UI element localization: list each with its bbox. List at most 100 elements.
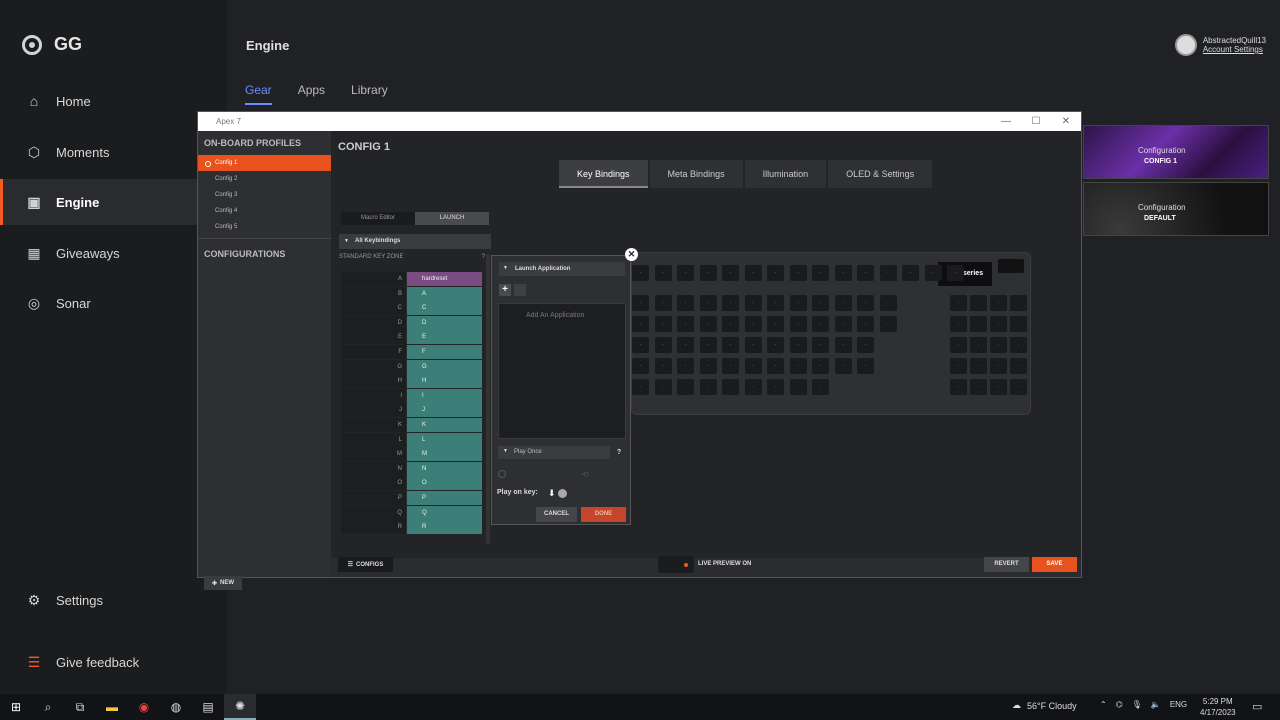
keyboard-key[interactable]: · (990, 316, 1007, 332)
key-binding[interactable]: P (406, 490, 482, 505)
help-icon[interactable]: ? (482, 254, 485, 260)
launch-toggle[interactable]: LAUNCH (415, 212, 489, 225)
profile-item[interactable]: Config 2 (198, 171, 331, 187)
keyboard-key[interactable]: · (990, 379, 1007, 395)
keyboard-key[interactable]: · (767, 358, 784, 374)
keyboard-key[interactable]: · (654, 295, 672, 311)
table-row[interactable]: II (341, 388, 483, 403)
play-mode-dropdown[interactable]: Play Once (498, 446, 610, 459)
keyboard-key[interactable]: · (834, 316, 852, 332)
keyboard-key[interactable]: · (857, 337, 874, 353)
key-binding[interactable]: R (406, 520, 482, 535)
table-row[interactable]: JJ (341, 403, 483, 418)
table-row[interactable]: NN (341, 461, 483, 476)
keyboard-key[interactable]: · (677, 316, 694, 332)
keyboard-key[interactable]: · (789, 379, 807, 395)
table-row[interactable]: OO (341, 476, 483, 491)
media-roller[interactable] (998, 259, 1024, 273)
steelseries-gg-icon[interactable]: ✺ (224, 694, 256, 720)
done-button[interactable]: DONE (581, 507, 626, 522)
key-toggle-icon[interactable] (557, 489, 567, 498)
key-binding[interactable]: M (406, 447, 482, 462)
keyboard-key[interactable]: · (812, 316, 829, 332)
language-indicator[interactable]: ENG (1170, 700, 1187, 709)
keyboard-key[interactable]: · (767, 265, 784, 281)
keyboard-key[interactable]: · (950, 379, 967, 395)
keyboard-key[interactable]: · (654, 337, 672, 353)
live-preview-toggle[interactable] (658, 556, 694, 573)
keyboard-key[interactable]: · (632, 358, 649, 374)
key-binding[interactable]: O (406, 476, 482, 491)
keyboard-key[interactable]: · (857, 358, 874, 374)
keyboard-key[interactable]: · (812, 265, 829, 281)
keyboard-key[interactable]: · (699, 265, 717, 281)
table-row[interactable]: KK (341, 417, 483, 432)
keyboard-key[interactable]: · (677, 379, 694, 395)
config-card-1[interactable]: Configuration CONFIG 1 (1083, 125, 1269, 179)
table-row[interactable]: LL (341, 432, 483, 447)
key-binding[interactable]: E (406, 330, 482, 345)
keyboard-key[interactable]: · (789, 265, 807, 281)
keyboard-key[interactable]: · (744, 379, 762, 395)
keyboard-key[interactable]: · (812, 337, 829, 353)
key-binding[interactable]: A (406, 286, 482, 301)
table-row[interactable]: DD (341, 315, 483, 330)
keyboard-key[interactable]: · (950, 295, 967, 311)
sidebar-item-feedback[interactable]: ☰ Give feedback (0, 639, 227, 685)
sidebar-item-engine[interactable]: ▣ Engine (0, 179, 227, 225)
table-row[interactable]: Ahardreset (341, 272, 483, 286)
search-icon[interactable]: ⌕ (32, 694, 64, 720)
keyboard-preview[interactable]: steelseries · · · · · · · · · · · · · · · · · · · · · · · · · · · ·… (631, 252, 1031, 415)
keyboard-key[interactable]: · (879, 265, 897, 281)
notification-icon[interactable]: ▭ (1252, 700, 1262, 713)
keyboard-key[interactable]: · (677, 337, 694, 353)
table-row[interactable]: RR (341, 520, 483, 535)
folder-button[interactable] (514, 284, 526, 296)
tab-illumination[interactable]: Illumination (744, 160, 827, 188)
microphone-icon[interactable]: 🎙 (1132, 700, 1142, 709)
keyboard-key[interactable]: · (632, 379, 649, 395)
keyboard-key[interactable]: · (699, 358, 717, 374)
tab-library[interactable]: Library (351, 83, 388, 105)
keyboard-key[interactable]: · (654, 265, 672, 281)
keyboard-key[interactable]: · (857, 295, 874, 311)
windows-start-icon[interactable]: ⊞ (0, 694, 32, 720)
add-application-button[interactable]: + (499, 284, 511, 296)
key-binding[interactable]: C (406, 301, 482, 316)
keyboard-key[interactable]: · (834, 337, 852, 353)
profile-item[interactable]: Config 4 (198, 203, 331, 219)
keyboard-key[interactable]: · (1010, 379, 1027, 395)
keyboard-key[interactable]: · (834, 265, 852, 281)
keyboard-key[interactable]: · (632, 265, 649, 281)
store-icon[interactable]: ▤ (192, 694, 224, 720)
keyboard-key[interactable]: · (812, 295, 829, 311)
clock[interactable]: 5:29 PM 4/17/2023 (1200, 696, 1236, 718)
keyboard-key[interactable]: · (812, 358, 829, 374)
close-popup-icon[interactable]: ✕ (625, 248, 638, 261)
key-binding[interactable]: G (406, 359, 482, 374)
table-row[interactable]: MM (341, 447, 483, 462)
table-row[interactable]: EE (341, 330, 483, 345)
keyboard-key[interactable]: · (879, 295, 897, 311)
table-row[interactable]: BA (341, 286, 483, 301)
keyboard-key[interactable]: · (857, 265, 874, 281)
keyboard-key[interactable]: · (767, 295, 784, 311)
keyboard-key[interactable]: · (950, 358, 967, 374)
key-binding[interactable]: H (406, 374, 482, 389)
keyboard-key[interactable]: · (789, 316, 807, 332)
keyboard-key[interactable]: · (744, 358, 762, 374)
sidebar-item-moments[interactable]: ⬡ Moments (0, 129, 227, 175)
sidebar-item-sonar[interactable]: ◎ Sonar (0, 280, 227, 326)
table-row[interactable]: GG (341, 359, 483, 374)
macro-editor-toggle[interactable]: Macro Editor (341, 212, 415, 225)
sidebar-item-giveaways[interactable]: ▦ Giveaways (0, 230, 227, 276)
keyboard-key[interactable]: · (632, 337, 649, 353)
tab-oled-settings[interactable]: OLED & Settings (828, 160, 933, 188)
key-binding[interactable]: D (406, 315, 482, 330)
chrome-icon[interactable]: ◉ (128, 694, 160, 720)
config-card-2[interactable]: Configuration DEFAULT (1083, 182, 1269, 236)
keyboard-key[interactable]: · (902, 265, 919, 281)
tab-apps[interactable]: Apps (298, 83, 325, 105)
keyboard-key[interactable]: · (722, 358, 739, 374)
add-application-placeholder[interactable]: Add An Application (526, 312, 584, 319)
